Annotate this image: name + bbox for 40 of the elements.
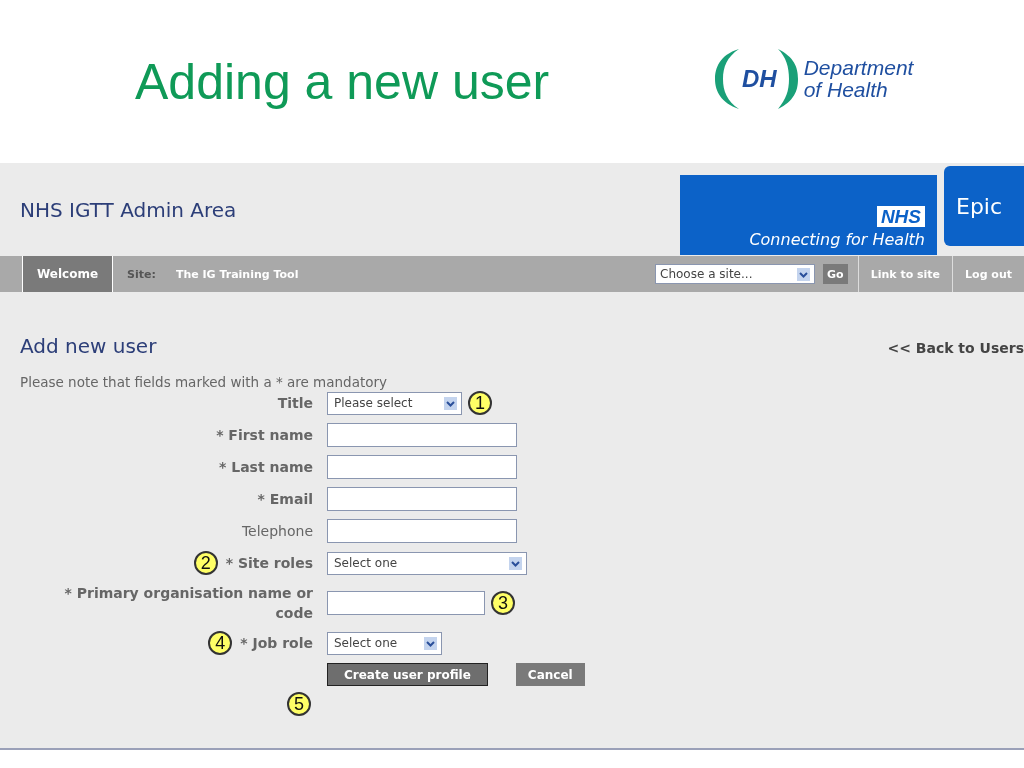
field-label: Telephone xyxy=(241,522,313,541)
nhs-logo: NHS xyxy=(876,205,925,227)
callout-number: 3 xyxy=(491,591,515,615)
select-field[interactable]: Select one xyxy=(327,631,442,655)
callout-number: 1 xyxy=(468,391,492,415)
banner-tagline: Connecting for Health xyxy=(749,229,925,249)
form-button[interactable]: Create user profile xyxy=(327,663,488,686)
mandatory-note: Please note that fields marked with a * are mandatory xyxy=(20,374,389,390)
field-label: Title xyxy=(277,394,313,413)
field-label: * Primary organisation name or code xyxy=(63,584,313,623)
field-label: * Last name xyxy=(219,458,313,477)
input-field[interactable] xyxy=(327,487,517,511)
callout-number: 2 xyxy=(193,551,218,575)
callout-number: 5 xyxy=(287,692,311,716)
logo-text: Department xyxy=(803,56,914,79)
field-label: * Site roles xyxy=(225,554,313,573)
field-label: * Job role xyxy=(240,634,313,653)
site-select[interactable]: Choose a site... xyxy=(655,264,816,284)
back-link[interactable]: << Back to Users xyxy=(887,340,1024,356)
input-field[interactable] xyxy=(327,455,517,479)
site-name: The IG Training Tool xyxy=(175,267,299,281)
page-heading: Add new user xyxy=(20,334,157,358)
site-label: Site: xyxy=(127,267,156,281)
input-field[interactable] xyxy=(327,519,517,543)
epic-badge: Epic xyxy=(944,166,1024,246)
field-label: * Email xyxy=(257,490,313,509)
input-field[interactable] xyxy=(327,423,517,447)
input-field[interactable] xyxy=(327,591,485,615)
callout-number: 4 xyxy=(208,631,233,655)
select-field[interactable]: Select one xyxy=(327,551,527,575)
logo-initials: DH xyxy=(742,64,777,93)
app-title: NHS IGTT Admin Area xyxy=(19,197,238,222)
nav-tab[interactable]: Welcome xyxy=(22,256,114,292)
select-field[interactable]: Please select xyxy=(327,391,462,415)
form-button[interactable]: Cancel xyxy=(515,663,585,686)
go-button[interactable]: Go xyxy=(823,264,848,284)
crescent-logo-icon xyxy=(777,46,800,111)
field-label: * First name xyxy=(216,426,313,445)
logo-text: of Health xyxy=(803,78,888,101)
slide-title: Adding a new user xyxy=(135,52,551,111)
